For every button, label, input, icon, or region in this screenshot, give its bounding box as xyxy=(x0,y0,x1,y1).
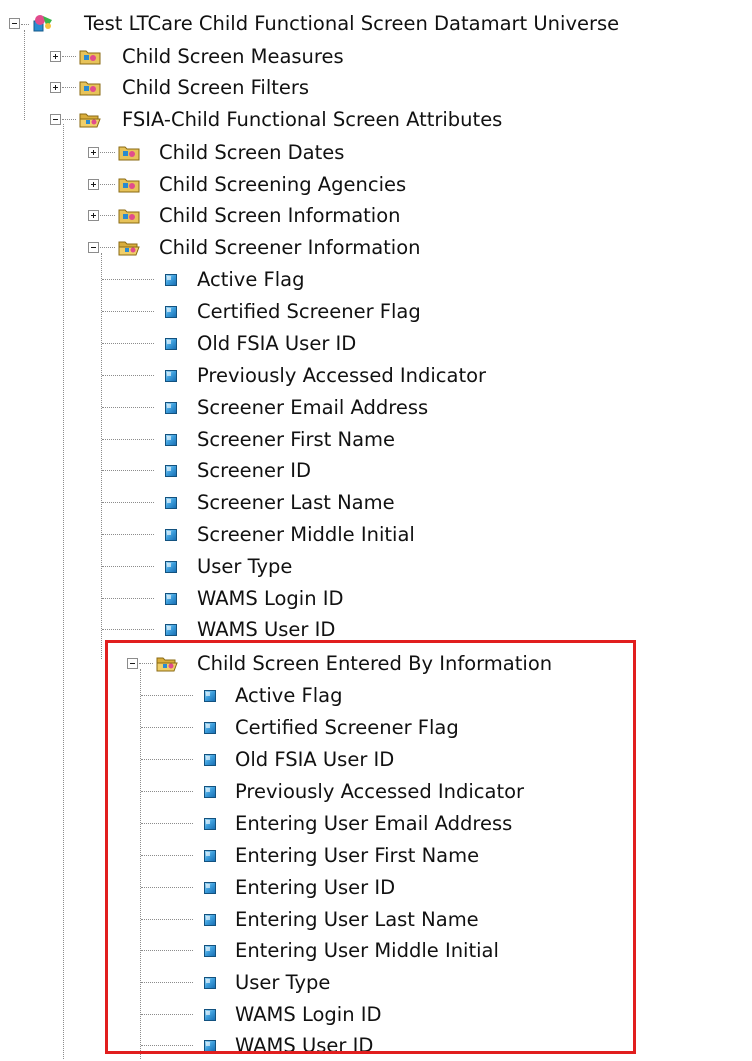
tree-leaf-label: Old FSIA User ID xyxy=(197,332,357,355)
tree-connector xyxy=(102,439,154,440)
tree-connector xyxy=(102,343,154,344)
tree-connector xyxy=(100,247,115,248)
field-icon xyxy=(165,402,177,414)
tree-leaf-label: WAMS Login ID xyxy=(197,587,344,610)
tree-connector xyxy=(100,152,115,153)
class-folder-icon xyxy=(79,81,101,96)
tree-leaf-label: Previously Accessed Indicator xyxy=(197,364,487,387)
field-icon xyxy=(165,306,177,318)
tree-node-label: Child Screener Information xyxy=(159,236,421,259)
class-folder-icon xyxy=(118,209,140,224)
field-icon xyxy=(165,561,177,573)
tree-connector xyxy=(102,279,154,280)
tree-root-label: Test LTCare Child Functional Screen Data… xyxy=(84,12,620,35)
field-icon xyxy=(165,529,177,541)
field-icon xyxy=(165,434,177,446)
tree-node-label: Child Screen Measures xyxy=(122,45,344,68)
field-icon xyxy=(165,624,177,636)
tree-connector xyxy=(102,311,154,312)
tree-connector xyxy=(100,215,115,216)
collapse-toggle[interactable] xyxy=(50,114,61,125)
tree-connector xyxy=(102,534,154,535)
class-folder-open-icon xyxy=(118,241,140,256)
universe-icon xyxy=(33,15,52,32)
field-icon xyxy=(165,370,177,382)
highlight-box xyxy=(105,640,636,1054)
field-icon xyxy=(165,274,177,286)
class-folder-icon xyxy=(118,178,140,193)
expand-toggle[interactable] xyxy=(88,147,99,158)
field-icon xyxy=(165,593,177,605)
field-icon xyxy=(165,465,177,477)
tree-node-label: Child Screen Dates xyxy=(159,141,345,164)
tree-connector xyxy=(102,470,154,471)
tree-node-label: Child Screen Information xyxy=(159,204,401,227)
collapse-toggle[interactable] xyxy=(88,242,99,253)
tree-connector xyxy=(21,24,29,25)
tree-node-label: Child Screening Agencies xyxy=(159,173,407,196)
tree-leaf-label: Screener Middle Initial xyxy=(197,523,415,546)
tree-leaf-label: Screener Last Name xyxy=(197,491,395,514)
tree-connector xyxy=(63,249,64,1059)
tree-leaf-label: WAMS User ID xyxy=(197,618,336,641)
tree-connector xyxy=(63,124,64,249)
field-icon xyxy=(165,338,177,350)
expand-toggle[interactable] xyxy=(88,210,99,221)
tree-connector xyxy=(102,566,154,567)
expand-toggle[interactable] xyxy=(50,51,61,62)
tree-node-label: FSIA-Child Functional Screen Attributes xyxy=(122,108,503,131)
class-folder-icon xyxy=(118,146,140,161)
tree-connector xyxy=(102,629,154,630)
tree-connector xyxy=(62,56,76,57)
class-folder-open-icon xyxy=(79,113,101,128)
tree-leaf-label: Certified Screener Flag xyxy=(197,300,421,323)
tree-connector xyxy=(102,375,154,376)
tree-node-label: Child Screen Filters xyxy=(122,76,310,99)
collapse-toggle[interactable] xyxy=(9,18,20,29)
tree-leaf-label: Screener ID xyxy=(197,459,312,482)
expand-toggle[interactable] xyxy=(50,82,61,93)
tree-connector xyxy=(100,184,115,185)
expand-toggle[interactable] xyxy=(88,179,99,190)
tree-connector xyxy=(102,502,154,503)
tree-leaf-label: Active Flag xyxy=(197,268,305,291)
tree-leaf-label: Screener Email Address xyxy=(197,396,429,419)
field-icon xyxy=(165,497,177,509)
tree-connector xyxy=(62,87,76,88)
tree-connector xyxy=(24,30,25,120)
class-folder-icon xyxy=(79,50,101,65)
tree-leaf-label: Screener First Name xyxy=(197,428,396,451)
tree-connector xyxy=(102,407,154,408)
universe-tree: Test LTCare Child Functional Screen Data… xyxy=(0,0,752,1059)
tree-leaf-label: User Type xyxy=(197,555,293,578)
tree-connector xyxy=(102,598,154,599)
tree-connector xyxy=(62,119,76,120)
